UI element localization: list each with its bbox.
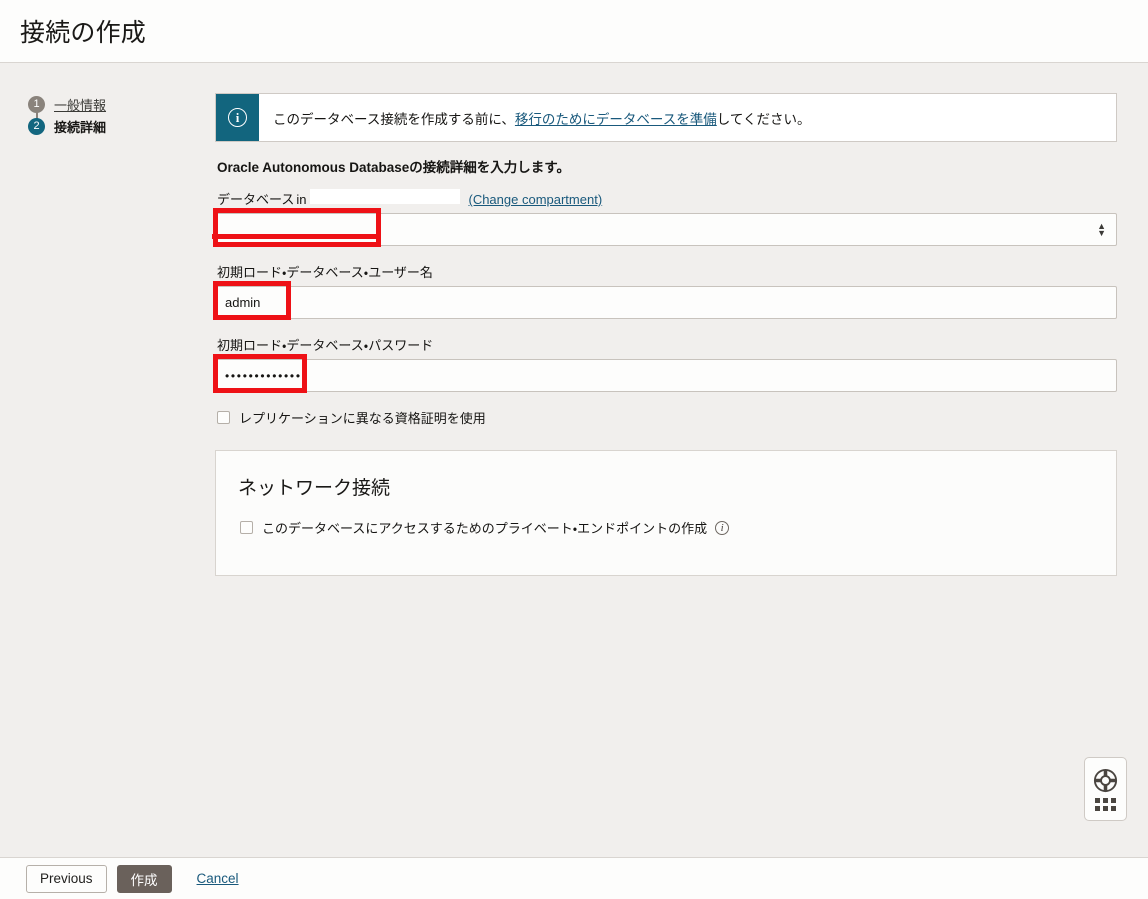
life-ring-icon[interactable] [1093,768,1118,793]
username-input-value: admin [225,295,260,310]
database-field-label: データベース [217,189,294,208]
network-panel-title: ネットワーク接続 [238,473,1116,500]
main-content: i このデータベース接続を作成する前に、移行のためにデータベースを準備してくださ… [215,63,1148,576]
private-endpoint-label: このデータベースにアクセスするためのプライベート・エンドポイントの作成 [262,518,707,537]
database-select[interactable]: ▲▼ [215,213,1117,246]
private-endpoint-checkbox[interactable] [240,521,253,534]
dot-grid-icon[interactable] [1095,798,1116,811]
replication-credentials-row[interactable]: レプリケーションに異なる資格証明を使用 [217,408,1117,427]
prepare-database-link[interactable]: 移行のためにデータベースを準備 [515,108,717,128]
wizard-step-connection-details[interactable]: 2 接続詳細 [28,115,215,137]
compartment-name-redacted [310,189,460,204]
network-connection-panel: ネットワーク接続 このデータベースにアクセスするためのプライベート・エンドポイン… [215,450,1117,576]
password-input-value: ••••••••••••• [225,369,302,383]
step-number-badge-1: 1 [28,96,45,113]
database-field-label-row: データベース in (Change compartment) [217,189,1117,208]
username-input-wrap: admin [215,286,1117,319]
content-column: i このデータベース接続を作成する前に、移行のためにデータベースを準備してくださ… [215,93,1117,576]
username-input[interactable]: admin [215,286,1117,319]
info-banner-text-before: このデータベース接続を作成する前に、 [273,108,515,128]
cancel-link[interactable]: Cancel [191,870,245,887]
previous-button[interactable]: Previous [26,865,107,893]
info-circle-icon: i [228,108,247,127]
page-title: 接続の作成 [20,13,146,49]
page-header: 接続の作成 [0,0,1148,63]
wizard-step-nav: 1 一般情報 2 接続詳細 [0,63,215,137]
info-banner-icon-block: i [216,94,259,141]
create-button[interactable]: 作成 [117,865,172,893]
replication-credentials-label: レプリケーションに異なる資格証明を使用 [239,408,486,427]
page-footer: Previous 作成 Cancel [0,857,1148,899]
password-input[interactable]: ••••••••••••• [215,359,1117,392]
form-intro-text: Oracle Autonomous Databaseの接続詳細を入力します。 [217,156,1117,176]
replication-credentials-checkbox[interactable] [217,411,230,424]
info-circle-small-icon[interactable]: i [715,521,729,535]
info-banner-text-after: してください。 [717,108,811,128]
change-compartment-link[interactable]: (Change compartment) [468,192,602,207]
wizard-step-label-connection-details: 接続詳細 [54,117,106,136]
username-field-label: 初期ロード・データベース・ユーザー名 [217,262,1117,281]
password-input-wrap: ••••••••••••• [215,359,1117,392]
private-endpoint-row[interactable]: このデータベースにアクセスするためのプライベート・エンドポイントの作成 i [240,518,1116,537]
step-number-badge-2: 2 [28,118,45,135]
chevron-updown-icon[interactable]: ▲▼ [1097,223,1106,237]
database-select-wrap: ▲▼ [215,213,1117,246]
wizard-step-label-general-info[interactable]: 一般情報 [54,95,106,114]
page-body: 1 一般情報 2 接続詳細 i このデータベース接続を作成する前に、移行のために… [0,63,1148,857]
database-field-label-in: in [296,192,306,207]
password-field-label: 初期ロード・データベース・パスワード [217,335,1117,354]
wizard-step-general-info[interactable]: 1 一般情報 [28,93,215,115]
info-banner-message: このデータベース接続を作成する前に、移行のためにデータベースを準備してください。 [259,94,824,141]
info-banner: i このデータベース接続を作成する前に、移行のためにデータベースを準備してくださ… [215,93,1117,142]
help-widget[interactable] [1084,757,1127,821]
